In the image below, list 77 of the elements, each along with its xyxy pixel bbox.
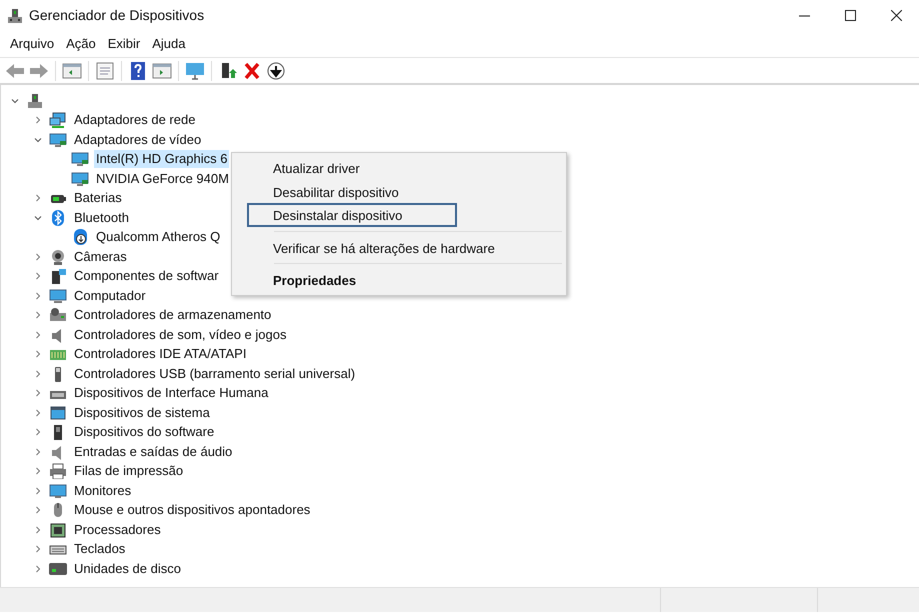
display-adapter-icon — [49, 132, 67, 148]
app-icon — [6, 8, 22, 24]
expand-chevron-icon[interactable] — [33, 427, 43, 438]
computer-icon — [49, 288, 67, 304]
tree-item[interactable]: Filas de impressão — [72, 462, 186, 480]
disk-drive-icon — [49, 560, 67, 577]
menu-item[interactable]: Arquivo — [4, 31, 60, 57]
menu-item[interactable]: Verificar se há alterações de hardware — [247, 236, 560, 259]
expand-chevron-icon[interactable] — [33, 408, 43, 418]
display-adapter-icon — [71, 170, 89, 187]
tree-item[interactable]: Controladores de som, vídeo e jogos — [72, 326, 288, 344]
menu-item[interactable]: Propriedades — [247, 268, 560, 292]
maximize-icon[interactable] — [844, 10, 856, 21]
console-tree-icon[interactable] — [61, 60, 83, 80]
expand-chevron-icon[interactable] — [33, 349, 43, 360]
tree-item[interactable]: Computador — [72, 286, 148, 305]
tree-item[interactable]: Unidades de disco — [72, 560, 183, 578]
expand-chevron-icon[interactable] — [33, 115, 43, 126]
tree-item[interactable]: Câmeras — [72, 248, 129, 266]
expand-chevron-icon[interactable] — [33, 486, 43, 496]
expand-chevron-icon[interactable] — [33, 271, 43, 282]
display-adapter-icon — [71, 151, 89, 168]
monitor-icon — [49, 482, 67, 499]
printer-icon — [49, 463, 67, 480]
menu-item[interactable]: Desinstalar dispositivo — [247, 203, 457, 226]
expand-chevron-icon[interactable] — [33, 330, 43, 340]
expand-chevron-icon[interactable] — [33, 505, 43, 516]
tree-item[interactable]: Teclados — [72, 540, 128, 558]
tree-item[interactable]: Intel(R) HD Graphics 6 — [94, 150, 230, 168]
expand-chevron-icon[interactable] — [33, 564, 43, 574]
expand-chevron-icon[interactable] — [33, 252, 43, 262]
menu-item[interactable]: Ajuda — [146, 31, 192, 57]
close-icon[interactable] — [890, 10, 902, 21]
tree-item[interactable]: Monitores — [72, 482, 134, 500]
menu-item[interactable]: Atualizar driver — [247, 156, 560, 180]
storage-controller-icon — [49, 307, 67, 324]
tree-item[interactable]: Controladores de armazenamento — [72, 306, 274, 324]
bluetooth-icon — [49, 210, 67, 226]
tree-item[interactable]: Bluetooth — [72, 208, 131, 227]
camera-icon — [49, 248, 67, 265]
menu-item[interactable]: Desabilitar dispositivo — [247, 180, 560, 203]
expand-chevron-icon[interactable] — [33, 368, 43, 379]
window-title: Gerenciador de Dispositivos — [29, 6, 204, 25]
monitor-icon[interactable] — [184, 60, 206, 80]
menu-item[interactable]: Ação — [60, 31, 102, 57]
expand-chevron-icon[interactable] — [33, 290, 43, 301]
processor-icon — [49, 522, 67, 538]
expand-chevron-icon[interactable] — [33, 466, 43, 476]
expand-chevron-icon[interactable] — [33, 544, 43, 554]
properties-icon[interactable] — [94, 60, 116, 80]
tree-item[interactable]: Controladores USB (barramento serial universal) — [72, 364, 358, 383]
expand-chevron-icon[interactable] — [33, 193, 43, 204]
tree-item[interactable]: NVIDIA GeForce 940M — [94, 170, 231, 188]
tree-item[interactable]: Entradas e saídas de áudio — [72, 442, 234, 461]
expand-chevron-icon[interactable] — [33, 388, 43, 398]
tree-item[interactable]: Baterias — [72, 189, 124, 208]
software-component-icon — [49, 268, 67, 284]
tree-item[interactable]: Dispositivos do software — [72, 423, 216, 442]
expand-chevron-icon[interactable] — [33, 446, 43, 457]
action-pane-icon[interactable] — [151, 60, 173, 80]
download-icon[interactable] — [265, 60, 287, 80]
network-icon — [49, 112, 67, 128]
tree-item[interactable]: Dispositivos de Interface Humana — [72, 384, 270, 402]
tree-item[interactable]: Dispositivos de sistema — [72, 404, 212, 422]
tree-item[interactable]: Qualcomm Atheros Q — [94, 228, 222, 246]
expand-chevron-icon[interactable] — [33, 310, 43, 320]
tree-item[interactable]: Mouse e outros dispositivos apontadores — [72, 501, 312, 520]
tree-item[interactable]: Componentes de softwar — [72, 267, 221, 286]
bluetooth-device-icon — [71, 229, 89, 246]
system-device-icon — [49, 404, 67, 421]
tree-item[interactable]: Controladores IDE ATA/ATAPI — [72, 345, 248, 364]
tree-item[interactable]: Adaptadores de vídeo — [72, 130, 204, 149]
tree-item[interactable]: Adaptadores de rede — [72, 111, 198, 130]
menu-item[interactable]: Exibir — [102, 31, 146, 57]
tree-item[interactable]: Processadores — [72, 520, 163, 539]
expand-chevron-icon[interactable] — [33, 524, 43, 535]
computer-root-icon — [26, 92, 44, 109]
